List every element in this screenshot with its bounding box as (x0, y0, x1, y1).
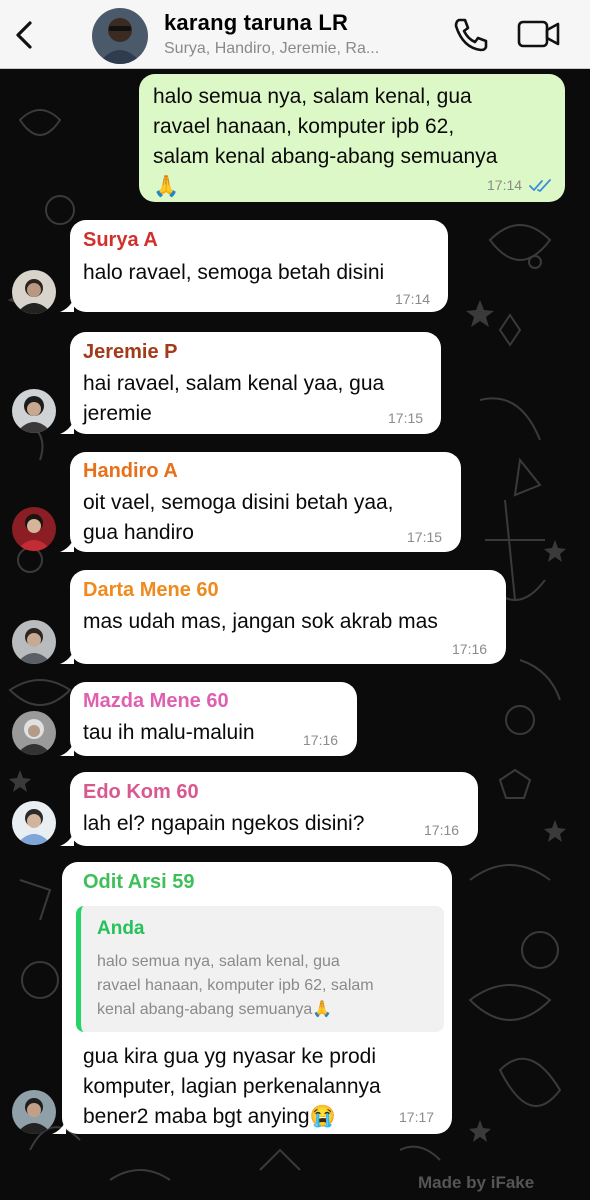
group-title[interactable]: karang taruna LR (164, 10, 348, 36)
group-members-subtitle[interactable]: Surya, Handiro, Jeremie, Ra... (164, 40, 434, 58)
message-time: 17:16 (452, 641, 488, 657)
message-time: 17:14 (395, 291, 431, 307)
quoted-sender: Anda (97, 918, 145, 939)
avatar[interactable] (12, 620, 56, 664)
bubble-tail (60, 832, 74, 846)
outgoing-message-bubble[interactable]: halo semua nya, salam kenal, gua ravael … (139, 74, 565, 202)
message-time: 17:16 (303, 732, 339, 748)
sender-name: Jeremie P (83, 341, 178, 363)
message-text: tau ih malu-maluin (83, 721, 255, 744)
avatar[interactable] (12, 801, 56, 845)
sender-name: Edo Kom 60 (83, 781, 199, 803)
double-check-read-icon (529, 179, 551, 192)
avatar[interactable] (12, 1090, 56, 1134)
quoted-text: halo semua nya, salam kenal, gua ravael … (97, 953, 374, 1018)
bubble-tail (60, 298, 74, 312)
quoted-reply[interactable]: Anda halo semua nya, salam kenal, gua ra… (76, 906, 444, 1032)
message-text: oit vael, semoga disini betah yaa, gua h… (83, 491, 394, 544)
avatar[interactable] (12, 389, 56, 433)
bubble-tail (52, 1120, 66, 1134)
message-text: hai ravael, salam kenal yaa, gua jeremie (83, 372, 385, 425)
message-text: halo ravael, semoga betah disini (83, 261, 385, 284)
sender-name: Darta Mene 60 (83, 579, 219, 601)
chevron-left-icon[interactable] (10, 17, 40, 53)
incoming-message-bubble[interactable]: Edo Kom 60 lah el? ngapain ngekos disini… (70, 772, 478, 846)
message-time: 17:15 (388, 410, 424, 426)
bubble-tail (60, 538, 74, 552)
message-text: gua kira gua yg nyasar ke prodi komputer… (83, 1045, 381, 1128)
video-camera-icon[interactable] (516, 18, 562, 50)
message-text: lah el? ngapain ngekos disini? (83, 812, 365, 835)
message-time: 17:14 (487, 177, 523, 193)
group-avatar[interactable] (92, 8, 148, 64)
incoming-message-bubble[interactable]: Darta Mene 60 mas udah mas, jangan sok a… (70, 570, 506, 664)
sender-name: Handiro A (83, 460, 178, 482)
sender-name: Odit Arsi 59 (83, 871, 195, 893)
avatar[interactable] (12, 507, 56, 551)
incoming-message-bubble[interactable]: Surya A halo ravael, semoga betah disini… (70, 220, 448, 312)
message-time: 17:16 (424, 822, 460, 838)
message-time: 17:15 (407, 529, 443, 545)
message-time: 17:17 (399, 1109, 435, 1125)
watermark: Made by iFake (418, 1173, 535, 1192)
avatar[interactable] (12, 711, 56, 755)
incoming-message-bubble[interactable]: Mazda Mene 60 tau ih malu-maluin 17:16 (70, 682, 357, 756)
message-text: mas udah mas, jangan sok akrab mas (83, 610, 438, 633)
sender-name: Surya A (83, 229, 158, 251)
avatar[interactable] (12, 270, 56, 314)
sender-name: Mazda Mene 60 (83, 690, 229, 712)
bubble-tail (60, 650, 74, 664)
chat-header: karang taruna LR Surya, Handiro, Jeremie… (0, 0, 590, 69)
incoming-message-bubble[interactable]: Jeremie P hai ravael, salam kenal yaa, g… (70, 332, 441, 434)
phone-icon[interactable] (450, 16, 488, 52)
incoming-message-bubble[interactable]: Handiro A oit vael, semoga disini betah … (70, 452, 461, 552)
bubble-tail (60, 742, 74, 756)
bubble-tail (60, 420, 74, 434)
